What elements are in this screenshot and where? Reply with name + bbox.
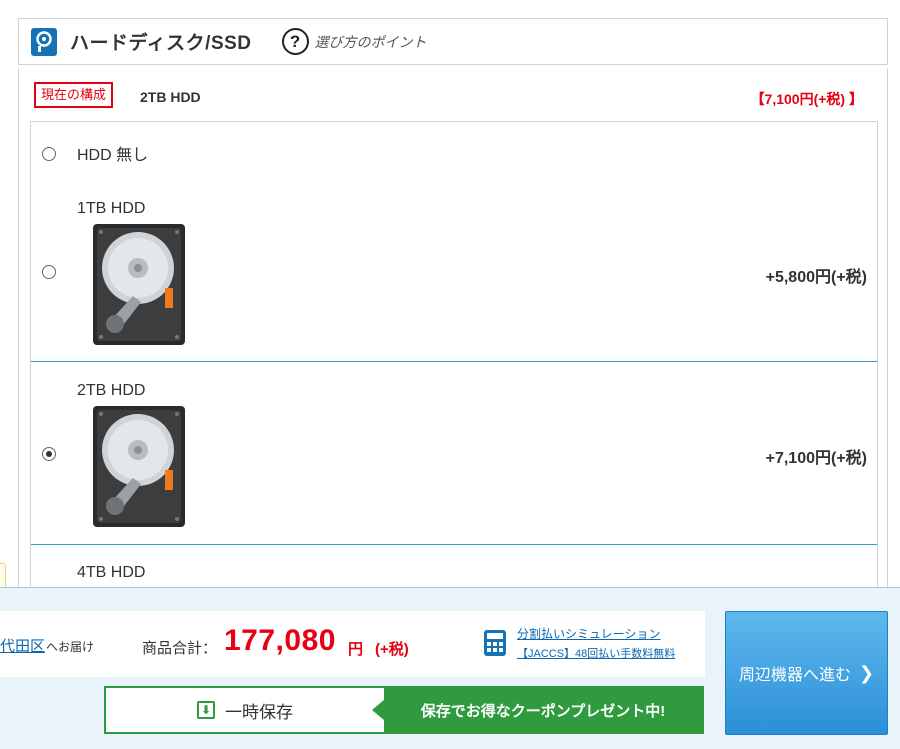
current-config-price: 【7,100円(+税) 】 (750, 91, 863, 107)
chevron-right-icon: ❯ (858, 662, 875, 683)
current-config-row: 現在の構成 2TB HDD 【7,100円(+税) 】 (19, 68, 887, 122)
option-2tb-hdd[interactable]: 2TB HDD +7,100円(+税) (31, 361, 877, 545)
temporary-save-area[interactable]: ⬇ 一時保存 (106, 688, 384, 732)
hdd-image (93, 406, 185, 527)
bottom-bar: 代田区 へお届け 商品合計： 177,080 円 (+税) 分割払いシミュレーシ… (0, 587, 900, 749)
next-peripherals-button[interactable]: 周辺機器へ進む ❯ (725, 611, 888, 735)
total-amount: 177,080 (224, 624, 336, 657)
options-list: HDD 無し 1TB HDD +5,800円(+税) 2TB HDD +7,10… (30, 121, 878, 608)
current-config-value: 2TB HDD (140, 89, 201, 105)
section-header: ハードディスク/SSD ? 選び方のポイント (18, 18, 888, 65)
save-label: 一時保存 (225, 702, 293, 722)
section-title: ハードディスク/SSD (70, 33, 252, 54)
coupon-text: 保存でお得なクーポンプレゼント中! (420, 702, 666, 720)
total-label: 商品合計： (142, 640, 218, 657)
help-link[interactable]: 選び方のポイント (315, 32, 427, 52)
option-no-hdd[interactable]: HDD 無し (31, 122, 877, 180)
option-label: 4TB HDD (77, 564, 146, 581)
total-unit: 円 (348, 641, 364, 658)
option-1tb-hdd[interactable]: 1TB HDD +5,800円(+税) (31, 180, 877, 361)
config-panel: 現在の構成 2TB HDD 【7,100円(+税) 】 HDD 無し 1TB H… (18, 68, 888, 608)
installment-simulation-link[interactable]: 分割払いシミュレーション (517, 625, 661, 642)
option-price: +7,100円(+税) (765, 450, 867, 467)
delivery-suffix: へお届け (46, 640, 95, 654)
download-save-icon: ⬇ (197, 701, 215, 719)
option-price: +5,800円(+税) (765, 269, 867, 286)
coupon-banner[interactable]: 保存でお得なクーポンプレゼント中! (372, 688, 702, 732)
current-config-badge: 現在の構成 (34, 82, 114, 108)
temporary-save-button[interactable]: ⬇ 一時保存 保存でお得なクーポンプレゼント中! (104, 686, 704, 734)
radio-2tb-hdd[interactable] (42, 447, 56, 461)
radio-1tb-hdd[interactable] (42, 265, 56, 279)
radio-no-hdd[interactable] (42, 147, 56, 161)
hdd-logo-icon (31, 27, 57, 56)
hdd-image (93, 224, 185, 345)
option-label: 2TB HDD (77, 382, 146, 399)
delivery-area-link[interactable]: 代田区 (0, 635, 45, 656)
question-circle-icon[interactable]: ? (281, 28, 309, 55)
option-label: 1TB HDD (77, 200, 146, 217)
installment-fee-link[interactable]: 【JACCS】48回払い手数料無料 (517, 645, 675, 661)
next-label: 周辺機器へ進む (738, 667, 851, 684)
calculator-icon[interactable] (484, 630, 506, 656)
option-label: HDD 無し (77, 147, 149, 164)
order-summary: 代田区 へお届け 商品合計： 177,080 円 (+税) 分割払いシミュレーシ… (0, 611, 705, 677)
total-tax: (+税) (375, 641, 409, 658)
